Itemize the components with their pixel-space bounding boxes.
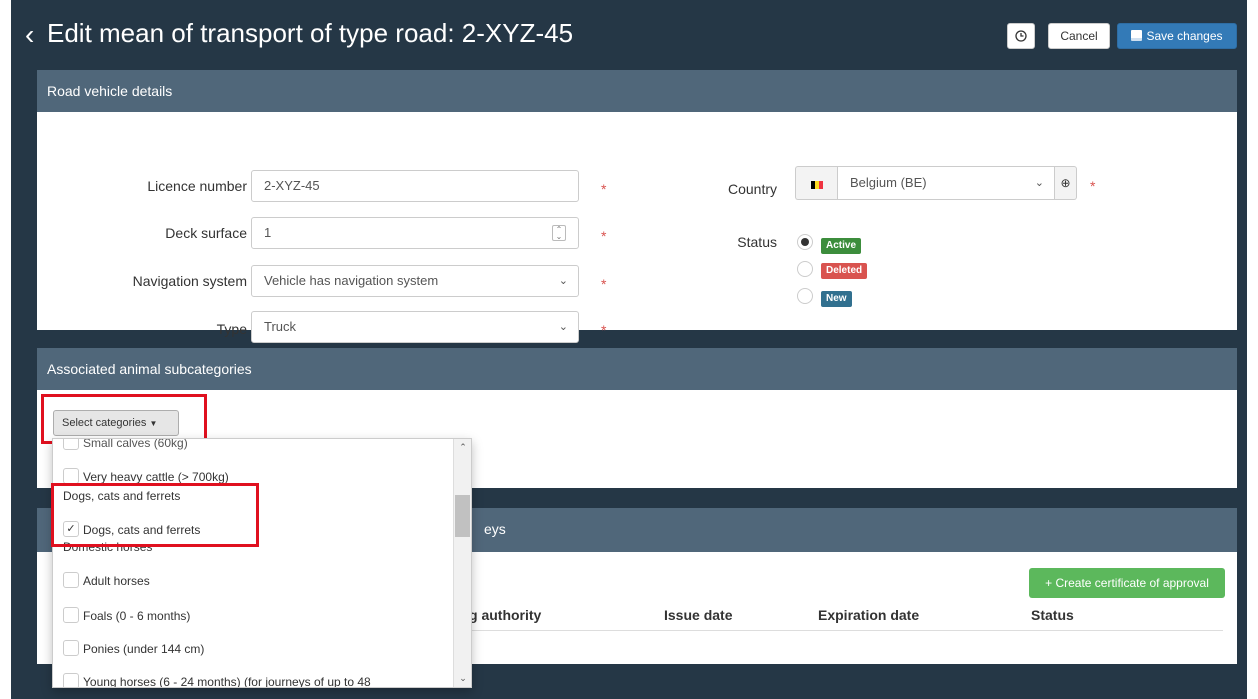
column-header-status: Status <box>1031 607 1074 623</box>
radio-active[interactable] <box>797 234 813 250</box>
column-header-expiration-date: Expiration date <box>818 607 920 623</box>
option-label: Young horses (6 - 24 months) (for journe… <box>83 675 371 688</box>
checkbox[interactable] <box>63 640 79 656</box>
globe-icon[interactable]: ⊕ <box>1055 166 1077 200</box>
panel-heading-fragment: eys <box>484 521 506 537</box>
country-label: Country <box>727 181 777 197</box>
app-window: ‹ Edit mean of transport of type road: 2… <box>11 0 1247 699</box>
radio-deleted[interactable] <box>797 261 813 277</box>
status-label: Status <box>737 234 777 250</box>
dropdown-option[interactable]: Very heavy cattle (> 700kg) <box>63 467 229 487</box>
navigation-system-label: Navigation system <box>132 273 247 289</box>
option-label: Dogs, cats and ferrets <box>83 523 201 537</box>
chevron-down-icon: ⌄ <box>558 275 568 287</box>
chevron-down-icon: ⌄ <box>1034 177 1044 189</box>
required-marker: * <box>601 322 607 338</box>
back-chevron-icon[interactable]: ‹ <box>25 20 49 50</box>
create-certificate-button[interactable]: + Create certificate of approval <box>1029 568 1225 598</box>
country-flag-addon <box>795 166 837 200</box>
status-badge-active: Active <box>821 238 862 254</box>
save-changes-button[interactable]: Save changes <box>1117 23 1237 49</box>
status-badge-deleted: Deleted <box>821 263 868 279</box>
dropdown-option[interactable]: Young horses (6 - 24 months) (for journe… <box>63 672 371 688</box>
country-select[interactable]: Belgium (BE) ⌄ <box>837 166 1055 200</box>
licence-number-label: Licence number <box>147 178 247 194</box>
categories-dropdown[interactable]: Small calves (60kg) Very heavy cattle (>… <box>52 438 472 688</box>
dropdown-group-header: Domestic horses <box>63 540 153 554</box>
option-label: Ponies (under 144 cm) <box>83 642 205 656</box>
select-categories-button[interactable]: Select categories ▼ <box>53 410 179 436</box>
required-marker: * <box>1090 178 1096 194</box>
checkbox[interactable] <box>63 439 79 450</box>
radio-new[interactable] <box>797 288 813 304</box>
dropdown-option-cut[interactable]: Small calves (60kg) <box>63 438 188 453</box>
checkbox[interactable] <box>63 673 79 687</box>
country-value: Belgium (BE) <box>850 175 927 190</box>
option-label: Small calves (60kg) <box>83 438 188 450</box>
option-label: Adult horses <box>83 574 150 588</box>
page-header: ‹ Edit mean of transport of type road: 2… <box>11 0 1247 64</box>
column-header-issuing-authority: g authority <box>469 607 542 623</box>
deck-surface-input[interactable]: 1 ⌃ ⌄ <box>251 217 579 249</box>
road-vehicle-details-panel: Road vehicle details Licence number 2-XY… <box>37 70 1237 343</box>
belgium-flag-icon <box>811 181 823 189</box>
licence-number-input[interactable]: 2-XYZ-45 <box>251 170 579 202</box>
select-categories-label: Select categories <box>62 417 147 429</box>
dropdown-option[interactable]: Ponies (under 144 cm) <box>63 639 205 659</box>
panel-body: Licence number 2-XYZ-45 * Deck surface 1… <box>37 112 1237 343</box>
scroll-down-icon[interactable]: ⌄ <box>458 673 468 684</box>
chevron-down-icon: ⌄ <box>558 321 568 333</box>
checkbox[interactable] <box>63 468 79 484</box>
caret-down-icon: ▼ <box>149 419 158 428</box>
scrollbar-thumb[interactable] <box>455 495 470 537</box>
navigation-system-select[interactable]: Vehicle has navigation system ⌄ <box>251 265 579 297</box>
checkbox[interactable] <box>63 607 79 623</box>
type-label: Type <box>216 321 247 337</box>
dropdown-option[interactable]: Adult horses <box>63 571 150 591</box>
navigation-system-value: Vehicle has navigation system <box>264 273 439 288</box>
status-badge-new: New <box>821 291 852 307</box>
type-select[interactable]: Truck ⌄ <box>251 311 579 343</box>
option-label: Very heavy cattle (> 700kg) <box>83 470 229 484</box>
deck-surface-value: 1 <box>264 225 272 240</box>
checkbox-checked[interactable]: ✓ <box>63 521 79 537</box>
panel-heading: Associated animal subcategories <box>37 348 1237 390</box>
history-button[interactable] <box>1007 23 1035 49</box>
number-spinner-icon[interactable]: ⌃ ⌄ <box>552 225 566 241</box>
page-title: Edit mean of transport of type road: 2-X… <box>47 18 574 48</box>
panel-heading: Road vehicle details <box>37 70 1237 112</box>
cancel-button[interactable]: Cancel <box>1048 23 1110 49</box>
scroll-up-icon[interactable]: ⌃ <box>458 442 468 453</box>
save-changes-label: Save changes <box>1146 29 1223 43</box>
required-marker: * <box>601 276 607 292</box>
clock-icon <box>1015 30 1027 42</box>
dropdown-option[interactable]: ✓ Dogs, cats and ferrets <box>63 520 201 540</box>
dropdown-scrollbar[interactable]: ⌃ ⌄ <box>453 439 471 687</box>
checkbox[interactable] <box>63 572 79 588</box>
save-icon <box>1131 30 1143 41</box>
option-label: Foals (0 - 6 months) <box>83 609 191 623</box>
dropdown-option[interactable]: Foals (0 - 6 months) <box>63 606 191 626</box>
column-header-issue-date: Issue date <box>664 607 733 623</box>
deck-surface-label: Deck surface <box>165 225 247 241</box>
dropdown-group-header: Dogs, cats and ferrets <box>63 489 181 503</box>
type-value: Truck <box>264 319 297 334</box>
